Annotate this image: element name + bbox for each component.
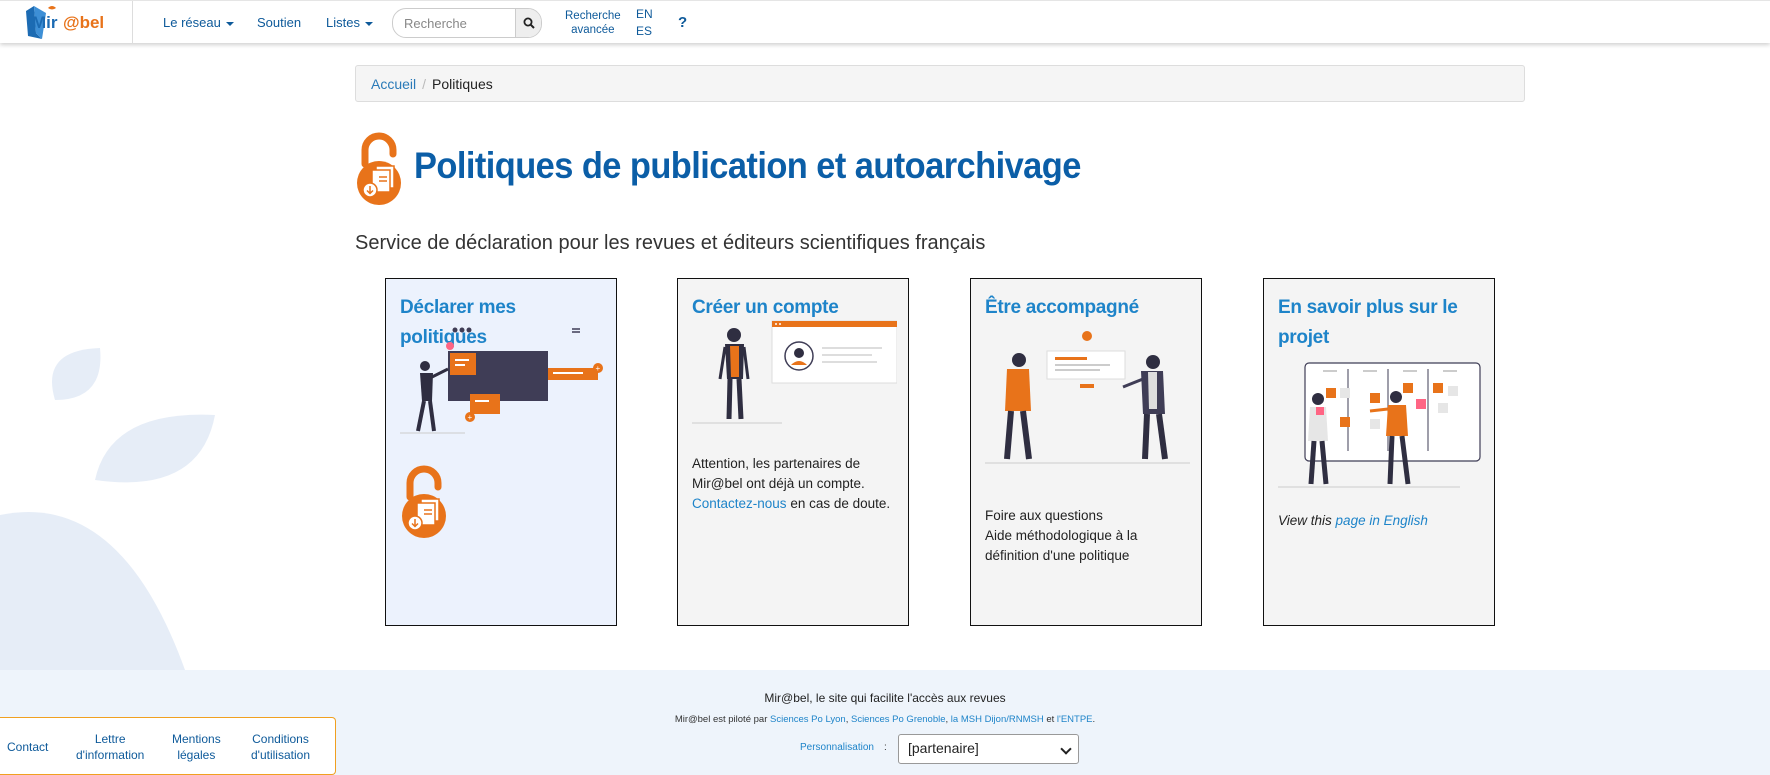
pilot-link-sciencespo-lyon[interactable]: Sciences Po Lyon [770, 714, 846, 725]
card-learn-more[interactable]: En savoir plus sur le projet View this p… [1263, 278, 1495, 626]
nav-item-soutien[interactable]: Soutien [257, 15, 301, 30]
breadcrumb-home-link[interactable]: Accueil [371, 76, 416, 92]
page-title: Politiques de publication et autoarchiva… [414, 145, 1081, 186]
pilots-prefix: Mir@bel est piloté par [674, 714, 768, 725]
card-text-before: Attention, les partenaires de Mir@bel on… [692, 456, 865, 491]
pilot-link-msh-dijon[interactable]: la MSH Dijon/RNMSH [951, 714, 1044, 725]
lang-en-link[interactable]: EN [636, 7, 653, 21]
card-account-text: Attention, les partenaires de Mir@bel on… [692, 454, 897, 514]
contact-us-link[interactable]: Contactez-nous [692, 496, 787, 511]
profile-screen-person-illustration [692, 320, 897, 424]
faq-link[interactable]: Foire aux questions [985, 506, 1190, 526]
breadcrumb-current: Politiques [432, 76, 493, 92]
card-get-support[interactable]: Être accompagné Foire aux questions Aide… [970, 278, 1202, 626]
footer-links-box: Contact Lettre d'information Mentions lé… [0, 717, 336, 775]
footer-link-line: Conditions [252, 732, 309, 746]
search-button[interactable] [515, 9, 541, 37]
chevron-down-icon [1060, 743, 1072, 755]
footer-tagline: Mir@bel, le site qui facilite l'accès au… [764, 691, 1006, 705]
english-page-link[interactable]: page in English [1336, 513, 1428, 528]
personalisation-selected-value: [partenaire] [908, 740, 979, 756]
advanced-search-line1: Recherche [565, 10, 621, 22]
card-text-before: View this [1278, 513, 1332, 528]
card-title-link[interactable]: En savoir plus sur le projet [1278, 297, 1458, 348]
personalisation-label: Personnalisation [800, 742, 874, 753]
card-title-link[interactable]: Créer un compte [692, 297, 839, 318]
logo-text-abel: @bel [63, 13, 104, 32]
card-title-link[interactable]: Être accompagné [985, 297, 1139, 318]
footer-link-line: d'utilisation [251, 748, 310, 762]
footer-link-line: Contact [7, 740, 49, 754]
dashboard-person-illustration: + + [400, 327, 603, 434]
nav-item-label: Listes [326, 15, 360, 30]
svg-text:+: + [468, 413, 473, 422]
footer-link-legal[interactable]: Mentions légales [172, 731, 221, 763]
nav-item-listes[interactable]: Listes [326, 15, 373, 30]
help-link[interactable]: ? [678, 14, 687, 31]
footer-link-newsletter[interactable]: Lettre d'information [76, 731, 144, 763]
caret-down-icon [225, 21, 234, 26]
card-declare-policies[interactable]: Déclarer mes politiques + + [385, 278, 617, 626]
svg-text:+: + [596, 364, 601, 373]
advanced-search-line2: avancée [571, 24, 615, 36]
two-people-discussion-illustration [985, 331, 1190, 464]
card-create-account[interactable]: Créer un compte Attention, les partenair… [677, 278, 909, 626]
footer-link-terms[interactable]: Conditions d'utilisation [251, 731, 310, 763]
logo-text-mir: Mir [32, 13, 58, 32]
mirabel-logo[interactable]: Mir @bel [20, 3, 132, 41]
top-navbar: Mir @bel Le réseau Soutien Listes Recher… [0, 0, 1770, 44]
search-box [392, 8, 542, 38]
nav-item-label: Soutien [257, 15, 302, 30]
footer-link-line: d'information [76, 748, 145, 762]
search-icon [523, 17, 535, 29]
open-access-lock-icon [357, 132, 401, 205]
navbar-separator [132, 1, 133, 44]
footer-link-line: légales [177, 748, 216, 762]
breadcrumb: Accueil / Politiques [355, 65, 1525, 102]
background-leaves-decoration [0, 348, 215, 670]
page-subtitle: Service de déclaration pour les revues e… [355, 232, 986, 254]
kanban-board-illustration [1278, 362, 1481, 488]
footer-link-line: Lettre [94, 732, 126, 746]
card-english-text: View this page in English [1278, 511, 1483, 531]
personalisation-select[interactable]: [partenaire] [898, 734, 1079, 764]
search-input[interactable] [393, 9, 517, 37]
pilots-and: et [1046, 714, 1055, 725]
footer-link-contact[interactable]: Contact [7, 739, 48, 755]
pilot-link-sciencespo-grenoble[interactable]: Sciences Po Grenoble [851, 714, 946, 725]
breadcrumb-separator: / [422, 76, 427, 92]
methodology-help-link[interactable]: Aide méthodologique à la définition d'un… [985, 526, 1190, 566]
advanced-search-link[interactable]: Recherche avancée [565, 9, 621, 37]
nav-item-label: Le réseau [163, 15, 221, 30]
card-support-text: Foire aux questions Aide méthodologique … [985, 506, 1190, 566]
nav-item-reseau[interactable]: Le réseau [163, 15, 234, 30]
lang-es-link[interactable]: ES [636, 24, 652, 38]
open-access-lock-icon [402, 465, 446, 538]
pilot-link-entpe[interactable]: l'ENTPE [1057, 714, 1093, 725]
caret-down-icon [364, 21, 373, 26]
footer-link-line: Mentions [172, 732, 221, 746]
card-text-after: en cas de doute. [790, 496, 891, 511]
personalisation-colon: : [884, 742, 887, 753]
